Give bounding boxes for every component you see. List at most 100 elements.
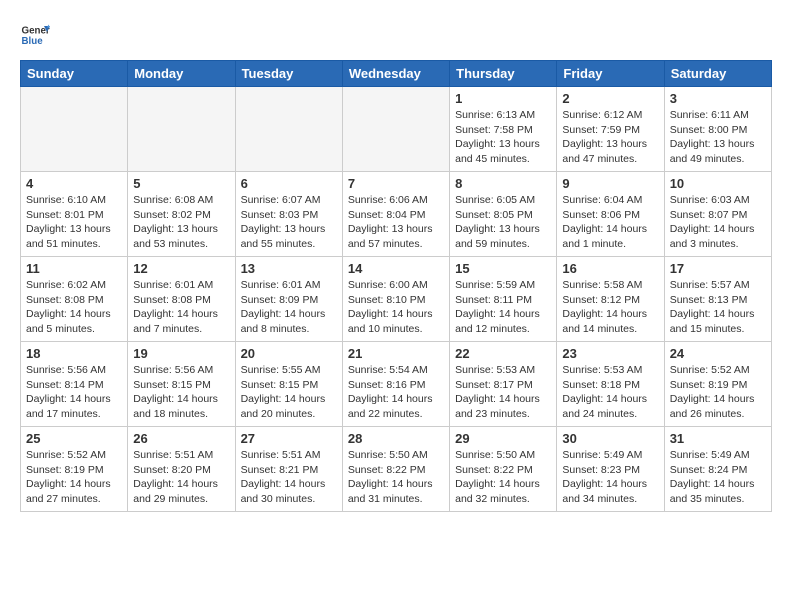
- day-number: 8: [455, 176, 551, 191]
- day-number: 22: [455, 346, 551, 361]
- calendar-day-6: 6Sunrise: 6:07 AM Sunset: 8:03 PM Daylig…: [235, 172, 342, 257]
- day-info: Sunrise: 6:02 AM Sunset: 8:08 PM Dayligh…: [26, 278, 122, 337]
- page-header: General Blue: [20, 20, 772, 50]
- day-info: Sunrise: 5:56 AM Sunset: 8:15 PM Dayligh…: [133, 363, 229, 422]
- calendar-day-31: 31 Sunrise: 5:49 AM Sunset: 8:24 PM Dayli…: [664, 427, 771, 512]
- day-info: Sunrise: 5:51 AM Sunset: 8:20 PM Dayligh…: [133, 448, 229, 507]
- day-number: 10: [670, 176, 766, 191]
- calendar-week-row: 18Sunrise: 5:56 AM Sunset: 8:14 PM Dayli…: [21, 342, 772, 427]
- day-info: Sunrise: 5:59 AM Sunset: 8:11 PM Dayligh…: [455, 278, 551, 337]
- col-header-friday: Friday: [557, 61, 664, 87]
- calendar-day-empty: [235, 87, 342, 172]
- calendar-day-21: 21Sunrise: 5:54 AM Sunset: 8:16 PM Dayli…: [342, 342, 449, 427]
- calendar-day-26: 26 Sunrise: 5:51 AM Sunset: 8:20 PM Dayli…: [128, 427, 235, 512]
- logo-icon: General Blue: [20, 20, 50, 50]
- day-number: 13: [241, 261, 337, 276]
- calendar-table: SundayMondayTuesdayWednesdayThursdayFrid…: [20, 60, 772, 512]
- calendar-week-row: 4 Sunrise: 6:10 AM Sunset: 8:01 PM Daylig…: [21, 172, 772, 257]
- day-number: 18: [26, 346, 122, 361]
- calendar-day-18: 18Sunrise: 5:56 AM Sunset: 8:14 PM Dayli…: [21, 342, 128, 427]
- calendar-day-9: 9Sunrise: 6:04 AM Sunset: 8:06 PM Daylig…: [557, 172, 664, 257]
- col-header-wednesday: Wednesday: [342, 61, 449, 87]
- day-info: Sunrise: 5:51 AM Sunset: 8:21 PM Dayligh…: [241, 448, 337, 507]
- day-info: Sunrise: 6:01 AM Sunset: 8:09 PM Dayligh…: [241, 278, 337, 337]
- day-info: Sunrise: 5:50 AM Sunset: 8:22 PM Dayligh…: [455, 448, 551, 507]
- col-header-sunday: Sunday: [21, 61, 128, 87]
- day-info: Sunrise: 5:53 AM Sunset: 8:18 PM Dayligh…: [562, 363, 658, 422]
- day-info: Sunrise: 5:52 AM Sunset: 8:19 PM Dayligh…: [26, 448, 122, 507]
- day-info: Sunrise: 6:08 AM Sunset: 8:02 PM Dayligh…: [133, 193, 229, 252]
- day-number: 15: [455, 261, 551, 276]
- day-info: Sunrise: 6:00 AM Sunset: 8:10 PM Dayligh…: [348, 278, 444, 337]
- day-info: Sunrise: 6:01 AM Sunset: 8:08 PM Dayligh…: [133, 278, 229, 337]
- calendar-day-23: 23 Sunrise: 5:53 AM Sunset: 8:18 PM Dayli…: [557, 342, 664, 427]
- col-header-tuesday: Tuesday: [235, 61, 342, 87]
- day-number: 19: [133, 346, 229, 361]
- day-number: 25: [26, 431, 122, 446]
- day-number: 17: [670, 261, 766, 276]
- calendar-day-4: 4 Sunrise: 6:10 AM Sunset: 8:01 PM Daylig…: [21, 172, 128, 257]
- col-header-monday: Monday: [128, 61, 235, 87]
- calendar-day-1: 1Sunrise: 6:13 AM Sunset: 7:58 PM Daylig…: [450, 87, 557, 172]
- day-number: 27: [241, 431, 337, 446]
- calendar-day-7: 7 Sunrise: 6:06 AM Sunset: 8:04 PM Daylig…: [342, 172, 449, 257]
- col-header-saturday: Saturday: [664, 61, 771, 87]
- calendar-day-empty: [342, 87, 449, 172]
- day-info: Sunrise: 5:54 AM Sunset: 8:16 PM Dayligh…: [348, 363, 444, 422]
- day-info: Sunrise: 5:57 AM Sunset: 8:13 PM Dayligh…: [670, 278, 766, 337]
- calendar-header-row: SundayMondayTuesdayWednesdayThursdayFrid…: [21, 61, 772, 87]
- day-number: 23: [562, 346, 658, 361]
- col-header-thursday: Thursday: [450, 61, 557, 87]
- calendar-day-22: 22 Sunrise: 5:53 AM Sunset: 8:17 PM Dayli…: [450, 342, 557, 427]
- calendar-day-8: 8Sunrise: 6:05 AM Sunset: 8:05 PM Daylig…: [450, 172, 557, 257]
- logo: General Blue: [20, 20, 50, 50]
- day-number: 7: [348, 176, 444, 191]
- calendar-day-30: 30Sunrise: 5:49 AM Sunset: 8:23 PM Dayli…: [557, 427, 664, 512]
- calendar-day-28: 28Sunrise: 5:50 AM Sunset: 8:22 PM Dayli…: [342, 427, 449, 512]
- day-number: 30: [562, 431, 658, 446]
- day-number: 9: [562, 176, 658, 191]
- day-info: Sunrise: 5:52 AM Sunset: 8:19 PM Dayligh…: [670, 363, 766, 422]
- day-number: 16: [562, 261, 658, 276]
- day-number: 1: [455, 91, 551, 106]
- calendar-day-16: 16 Sunrise: 5:58 AM Sunset: 8:12 PM Dayli…: [557, 257, 664, 342]
- calendar-day-27: 27 Sunrise: 5:51 AM Sunset: 8:21 PM Dayli…: [235, 427, 342, 512]
- calendar-day-20: 20 Sunrise: 5:55 AM Sunset: 8:15 PM Dayli…: [235, 342, 342, 427]
- calendar-day-2: 2Sunrise: 6:12 AM Sunset: 7:59 PM Daylig…: [557, 87, 664, 172]
- calendar-day-3: 3 Sunrise: 6:11 AM Sunset: 8:00 PM Daylig…: [664, 87, 771, 172]
- day-info: Sunrise: 6:03 AM Sunset: 8:07 PM Dayligh…: [670, 193, 766, 252]
- svg-text:Blue: Blue: [22, 36, 44, 47]
- calendar-day-empty: [21, 87, 128, 172]
- calendar-day-11: 11Sunrise: 6:02 AM Sunset: 8:08 PM Dayli…: [21, 257, 128, 342]
- day-info: Sunrise: 5:49 AM Sunset: 8:24 PM Dayligh…: [670, 448, 766, 507]
- day-info: Sunrise: 5:55 AM Sunset: 8:15 PM Dayligh…: [241, 363, 337, 422]
- day-number: 3: [670, 91, 766, 106]
- day-number: 12: [133, 261, 229, 276]
- calendar-day-14: 14 Sunrise: 6:00 AM Sunset: 8:10 PM Dayli…: [342, 257, 449, 342]
- day-number: 24: [670, 346, 766, 361]
- calendar-day-empty: [128, 87, 235, 172]
- day-info: Sunrise: 6:10 AM Sunset: 8:01 PM Dayligh…: [26, 193, 122, 252]
- calendar-day-25: 25 Sunrise: 5:52 AM Sunset: 8:19 PM Dayli…: [21, 427, 128, 512]
- day-number: 14: [348, 261, 444, 276]
- day-info: Sunrise: 5:53 AM Sunset: 8:17 PM Dayligh…: [455, 363, 551, 422]
- calendar-day-15: 15 Sunrise: 5:59 AM Sunset: 8:11 PM Dayli…: [450, 257, 557, 342]
- calendar-day-17: 17 Sunrise: 5:57 AM Sunset: 8:13 PM Dayli…: [664, 257, 771, 342]
- calendar-day-5: 5 Sunrise: 6:08 AM Sunset: 8:02 PM Daylig…: [128, 172, 235, 257]
- day-info: Sunrise: 6:11 AM Sunset: 8:00 PM Dayligh…: [670, 108, 766, 167]
- day-number: 5: [133, 176, 229, 191]
- calendar-day-12: 12 Sunrise: 6:01 AM Sunset: 8:08 PM Dayli…: [128, 257, 235, 342]
- day-number: 31: [670, 431, 766, 446]
- day-number: 20: [241, 346, 337, 361]
- day-number: 2: [562, 91, 658, 106]
- day-number: 4: [26, 176, 122, 191]
- day-number: 26: [133, 431, 229, 446]
- calendar-day-19: 19 Sunrise: 5:56 AM Sunset: 8:15 PM Dayli…: [128, 342, 235, 427]
- calendar-week-row: 11Sunrise: 6:02 AM Sunset: 8:08 PM Dayli…: [21, 257, 772, 342]
- day-info: Sunrise: 6:06 AM Sunset: 8:04 PM Dayligh…: [348, 193, 444, 252]
- calendar-week-row: 25 Sunrise: 5:52 AM Sunset: 8:19 PM Dayli…: [21, 427, 772, 512]
- day-info: Sunrise: 5:58 AM Sunset: 8:12 PM Dayligh…: [562, 278, 658, 337]
- day-info: Sunrise: 5:50 AM Sunset: 8:22 PM Dayligh…: [348, 448, 444, 507]
- calendar-day-10: 10 Sunrise: 6:03 AM Sunset: 8:07 PM Dayli…: [664, 172, 771, 257]
- calendar-week-row: 1Sunrise: 6:13 AM Sunset: 7:58 PM Daylig…: [21, 87, 772, 172]
